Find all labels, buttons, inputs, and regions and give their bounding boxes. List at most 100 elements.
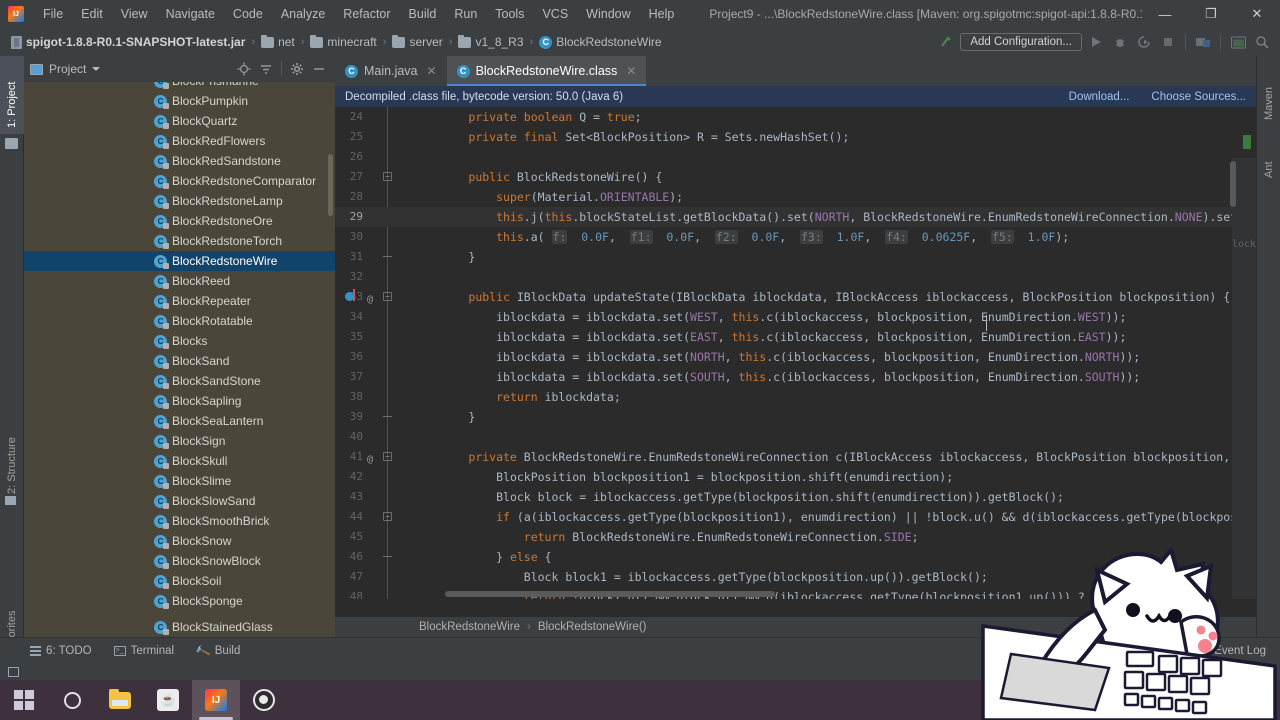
tree-row[interactable]: C BlockRedstoneComparator <box>24 171 335 191</box>
code-line[interactable]: 29 this.j(this.blockStateList.getBlockDa… <box>335 207 1256 227</box>
menu-view[interactable]: View <box>112 2 157 26</box>
tree-row[interactable]: C BlockQuartz <box>24 111 335 131</box>
download-sources-link[interactable]: Download... <box>1069 91 1130 103</box>
sidebar-item-ant[interactable]: Ant <box>1257 138 1280 184</box>
editor-horizontal-scrollbar[interactable] <box>445 591 775 597</box>
editor-gutter[interactable] <box>371 527 407 547</box>
tree-row[interactable]: C BlockSlowSand <box>24 491 335 511</box>
stop-icon[interactable] <box>1158 32 1178 52</box>
code-line[interactable]: 30 this.a( f: 0.0F, f1: 0.0F, f2: 0.0F, … <box>335 227 1256 247</box>
code-line[interactable]: 38 return iblockdata; <box>335 387 1256 407</box>
code-line[interactable]: 27 − public BlockRedstoneWire() { <box>335 167 1256 187</box>
editor-gutter[interactable] <box>371 367 407 387</box>
menu-refactor[interactable]: Refactor <box>334 2 399 26</box>
maximize-button[interactable]: ❐ <box>1188 0 1234 28</box>
editor-vertical-scrollbar[interactable] <box>1230 161 1236 207</box>
run-configuration-selector[interactable]: Add Configuration... <box>960 33 1082 51</box>
code-line[interactable]: 33− @ public IBlockData updateState(IBloc… <box>335 287 1256 307</box>
status-terminal[interactable]: >_ Terminal <box>113 645 174 657</box>
close-button[interactable]: ✕ <box>1234 0 1280 28</box>
java-app-button[interactable]: ☕ <box>144 680 192 720</box>
tree-row[interactable]: C BlockRedstoneOre <box>24 211 335 231</box>
editor-gutter[interactable] <box>371 307 407 327</box>
editor-gutter[interactable] <box>371 187 407 207</box>
fold-end-icon[interactable] <box>383 412 392 421</box>
editor-gutter[interactable]: − @ <box>345 287 407 307</box>
navbar-crumb-version[interactable]: v1_8_R3 <box>455 33 526 51</box>
editor-gutter[interactable]: − <box>371 167 407 187</box>
menu-tools[interactable]: Tools <box>486 2 533 26</box>
fold-end-icon[interactable] <box>383 252 392 261</box>
tab-blockredstonewire-class[interactable]: C BlockRedstoneWire.class ✕ <box>446 56 647 86</box>
fold-collapse-icon[interactable]: − <box>383 452 392 461</box>
tree-row[interactable]: C BlockRedstoneTorch <box>24 231 335 251</box>
editor-gutter[interactable] <box>371 147 407 167</box>
tree-row[interactable]: C BlockPumpkin <box>24 91 335 111</box>
menu-help[interactable]: Help <box>640 2 684 26</box>
cortana-search-button[interactable] <box>48 680 96 720</box>
editor-gutter[interactable] <box>371 407 407 427</box>
tree-row[interactable]: C BlockSnowBlock <box>24 551 335 571</box>
tree-row[interactable]: C BlockSapling <box>24 391 335 411</box>
menu-navigate[interactable]: Navigate <box>157 2 224 26</box>
editor-gutter[interactable] <box>371 547 407 567</box>
intellij-idea-button[interactable]: IJ <box>192 680 240 720</box>
menu-analyze[interactable]: Analyze <box>272 2 334 26</box>
window-toggle-icon[interactable] <box>8 667 19 677</box>
tab-main-java[interactable]: C Main.java ✕ <box>335 56 447 86</box>
project-structure-icon[interactable] <box>1193 32 1213 52</box>
tree-row[interactable]: C Blocks <box>24 331 335 351</box>
tree-row[interactable]: C BlockSnow <box>24 531 335 551</box>
code-line[interactable]: 45 return BlockRedstoneWire.EnumRedstone… <box>335 527 1256 547</box>
navbar-crumb-minecraft[interactable]: minecraft <box>307 33 379 51</box>
code-line[interactable]: 43 Block block = iblockaccess.getType(bl… <box>335 487 1256 507</box>
editor-gutter[interactable] <box>371 347 407 367</box>
code-line[interactable]: 44 − if (a(iblockaccess.getType(blockposi… <box>335 507 1256 527</box>
debug-icon[interactable] <box>1110 32 1130 52</box>
tree-row[interactable]: C BlockSoil <box>24 571 335 591</box>
navbar-crumb-jar[interactable]: spigot-1.8.8-R0.1-SNAPSHOT-latest.jar <box>8 33 248 51</box>
tree-row[interactable]: C BlockSandStone <box>24 371 335 391</box>
fold-collapse-icon[interactable]: − <box>383 172 392 181</box>
choose-sources-link[interactable]: Choose Sources... <box>1151 91 1246 103</box>
breadcrumb-method[interactable]: BlockRedstoneWire() <box>538 621 647 633</box>
navbar-crumb-class[interactable]: C BlockRedstoneWire <box>536 33 664 51</box>
hide-panel-icon[interactable] <box>309 59 329 79</box>
editor-gutter[interactable] <box>371 127 407 147</box>
tree-row-blockstainedglass[interactable]: C BlockStainedGlass <box>24 617 335 637</box>
sidebar-item-maven[interactable]: Maven <box>1257 62 1280 126</box>
fold-end-icon[interactable] <box>383 552 392 561</box>
editor-gutter[interactable] <box>371 207 407 227</box>
collapse-all-icon[interactable] <box>256 59 276 79</box>
tree-row[interactable]: C BlockSeaLantern <box>24 411 335 431</box>
settings-icon[interactable] <box>287 59 307 79</box>
editor-gutter[interactable] <box>371 227 407 247</box>
code-line[interactable]: 40 <box>335 427 1256 447</box>
code-line[interactable]: 37 iblockdata = iblockdata.set(SOUTH, th… <box>335 367 1256 387</box>
file-explorer-button[interactable] <box>96 680 144 720</box>
code-line[interactable]: 36 iblockdata = iblockdata.set(NORTH, th… <box>335 347 1256 367</box>
editor-gutter[interactable]: − <box>371 507 407 527</box>
editor-gutter[interactable] <box>371 247 407 267</box>
tree-row[interactable]: C BlockRedstoneLamp <box>24 191 335 211</box>
editor-gutter[interactable] <box>371 567 407 587</box>
menu-vcs[interactable]: VCS <box>533 2 577 26</box>
code-line[interactable]: 26 <box>335 147 1256 167</box>
tree-row[interactable]: C BlockSand <box>24 351 335 371</box>
editor-gutter[interactable] <box>371 107 407 127</box>
editor-gutter[interactable] <box>371 467 407 487</box>
code-line[interactable]: 24 private boolean Q = true; <box>335 107 1256 127</box>
code-line[interactable]: 35 iblockdata = iblockdata.set(EAST, thi… <box>335 327 1256 347</box>
menu-window[interactable]: Window <box>577 2 639 26</box>
menu-file[interactable]: File <box>34 2 72 26</box>
tree-row[interactable]: C BlockRedSandstone <box>24 151 335 171</box>
code-editor[interactable]: 24 private boolean Q = true; 25 private f… <box>335 107 1256 599</box>
code-line[interactable]: 47 Block block1 = iblockaccess.getType(b… <box>335 567 1256 587</box>
code-line[interactable]: 28 super(Material.ORIENTABLE); <box>335 187 1256 207</box>
project-panel-title-group[interactable]: Project <box>30 62 101 76</box>
close-icon[interactable]: ✕ <box>626 64 636 78</box>
menu-code[interactable]: Code <box>224 2 272 26</box>
project-tree-scrollbar[interactable] <box>328 154 333 216</box>
menu-build[interactable]: Build <box>400 2 446 26</box>
fold-collapse-icon[interactable]: − <box>383 292 392 301</box>
